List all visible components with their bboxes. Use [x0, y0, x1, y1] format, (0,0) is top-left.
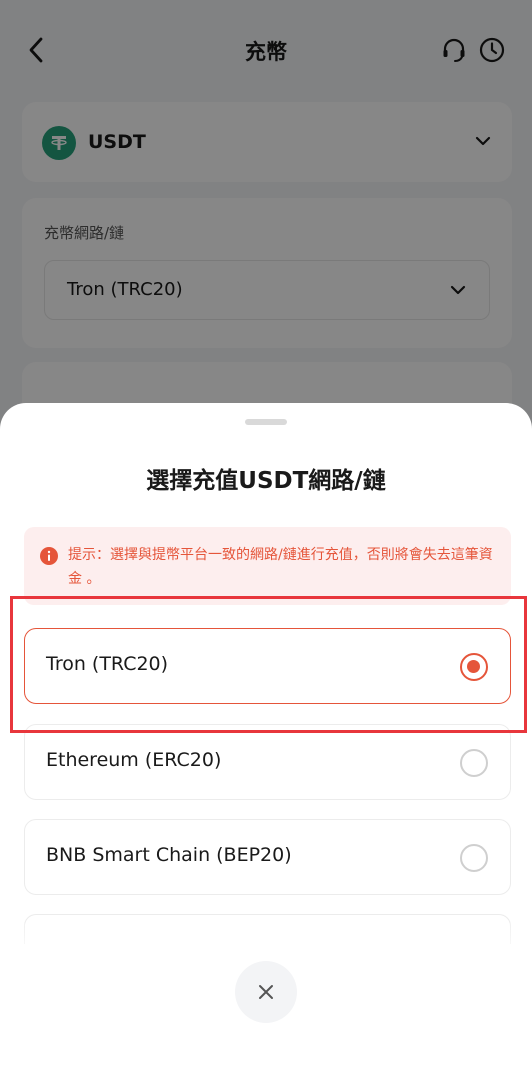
radio-unselected[interactable] [460, 844, 488, 872]
network-picker-sheet: 選擇充值USDT網路/鏈 提示：選擇與提幣平台一致的網路/鏈進行充值，否則將會失… [0, 403, 532, 1069]
drag-handle[interactable] [245, 419, 287, 425]
close-icon [259, 985, 273, 999]
option-label: Ethereum (ERC20) [46, 749, 222, 771]
option-label: BNB Smart Chain (BEP20) [46, 844, 292, 866]
warning-banner: 提示：選擇與提幣平台一致的網路/鏈進行充值，否則將會失去這筆資金 。 [24, 527, 511, 605]
option-bnb-bep20[interactable]: BNB Smart Chain (BEP20) [24, 819, 511, 895]
option-label: Tron (TRC20) [46, 653, 169, 675]
radio-selected[interactable] [460, 653, 488, 681]
list-fade [0, 923, 532, 963]
warning-text: 提示：選擇與提幣平台一致的網路/鏈進行充值，否則將會失去這筆資金 。 [68, 547, 493, 587]
close-button[interactable] [235, 961, 297, 1023]
info-icon [40, 547, 58, 565]
option-ethereum-erc20[interactable]: Ethereum (ERC20) [24, 724, 511, 800]
radio-unselected[interactable] [460, 749, 488, 777]
sheet-title: 選擇充值USDT網路/鏈 [146, 468, 386, 494]
option-tron-trc20[interactable]: Tron (TRC20) [24, 628, 511, 704]
